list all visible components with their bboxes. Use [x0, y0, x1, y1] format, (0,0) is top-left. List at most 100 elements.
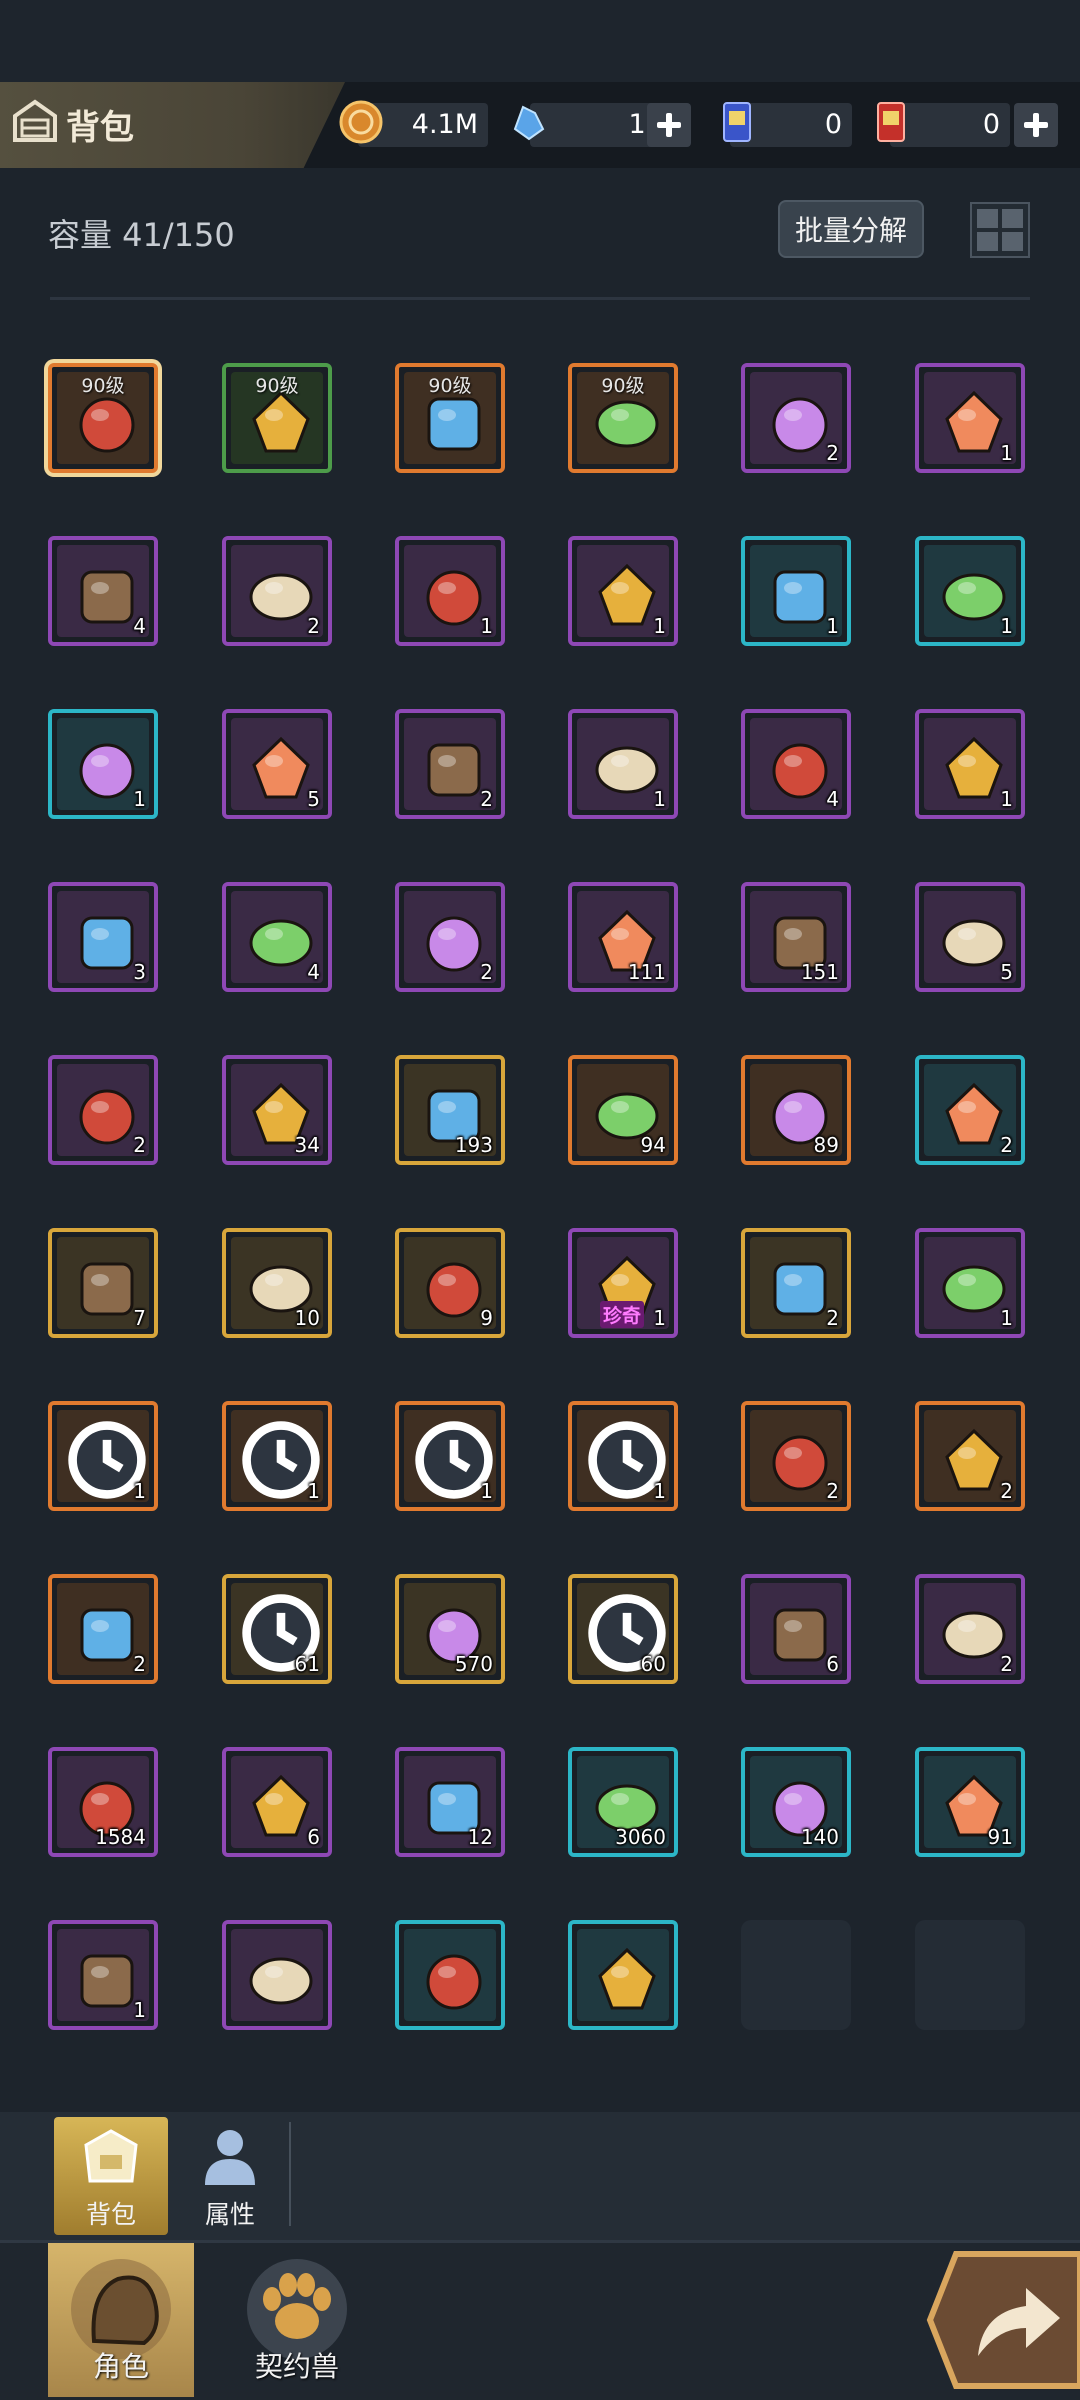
item-count: 6 — [307, 1825, 320, 1849]
inventory-slot[interactable]: 2 — [395, 882, 505, 992]
item-count: 9 — [480, 1306, 493, 1330]
inventory-slot[interactable]: 2 — [48, 1574, 158, 1684]
item-count: 4 — [826, 787, 839, 811]
inventory-slot[interactable]: 1 — [222, 1401, 332, 1511]
inventory-slot[interactable]: 193 — [395, 1055, 505, 1165]
item-level: 90级 — [255, 375, 299, 397]
item-count: 10 — [294, 1306, 320, 1330]
item-count: 89 — [813, 1133, 839, 1157]
inventory-slot[interactable]: 1 — [741, 536, 851, 646]
item-count: 7 — [133, 1306, 146, 1330]
inventory-slot[interactable]: 5 — [915, 882, 1025, 992]
inventory-slot[interactable]: 90级 — [222, 363, 332, 473]
batch-decompose-button[interactable]: 批量分解 — [778, 200, 924, 258]
inventory-slot[interactable]: 1 — [915, 536, 1025, 646]
tab-attributes[interactable]: 属性 — [173, 2117, 287, 2235]
inventory-slot[interactable]: 4 — [741, 709, 851, 819]
item-count: 1 — [653, 1306, 666, 1330]
inventory-slot[interactable]: 3 — [48, 882, 158, 992]
inventory-slot[interactable] — [222, 1920, 332, 2030]
inventory-slot[interactable]: 140 — [741, 1747, 851, 1857]
tab-backpack[interactable]: 背包 — [54, 2117, 168, 2235]
status-bar — [0, 0, 1080, 82]
blue-crystal-icon — [513, 105, 545, 141]
inventory-slot[interactable]: 94 — [568, 1055, 678, 1165]
inventory-slot[interactable]: 2 — [48, 1055, 158, 1165]
item-count: 1 — [133, 787, 146, 811]
inventory-slot[interactable]: 2 — [915, 1055, 1025, 1165]
inventory-slot[interactable]: 7 — [48, 1228, 158, 1338]
inventory-slot[interactable]: 1 — [568, 536, 678, 646]
item-count: 1 — [826, 614, 839, 638]
inventory-slot[interactable]: 61 — [222, 1574, 332, 1684]
inventory-slot[interactable]: 91 — [915, 1747, 1025, 1857]
item-count: 60 — [640, 1652, 666, 1676]
inventory-slot[interactable]: 1 — [395, 536, 505, 646]
item-count: 1 — [653, 1479, 666, 1503]
nav-character[interactable]: 角色 — [48, 2243, 194, 2397]
inventory-slot[interactable]: 3060 — [568, 1747, 678, 1857]
currency-red-ticket-value: 0 — [982, 109, 1000, 140]
inventory-slot[interactable]: 89 — [741, 1055, 851, 1165]
grid-view-icon[interactable] — [970, 202, 1030, 258]
inventory-slot[interactable]: 1 — [915, 1228, 1025, 1338]
item-count: 193 — [454, 1133, 493, 1157]
inventory-slot[interactable]: 1 — [48, 709, 158, 819]
item-count: 2 — [826, 1306, 839, 1330]
inventory-slot[interactable]: 2 — [741, 363, 851, 473]
inventory-slot[interactable]: 2 — [741, 1228, 851, 1338]
inventory-slot[interactable]: 1584 — [48, 1747, 158, 1857]
item-count: 111 — [627, 960, 666, 984]
gold-coin-icon — [339, 100, 383, 144]
inventory-slot[interactable]: 2 — [395, 709, 505, 819]
add-red-ticket-button[interactable] — [1014, 103, 1058, 147]
inventory-slot[interactable]: 90级 — [395, 363, 505, 473]
inventory-slot[interactable]: 4 — [222, 882, 332, 992]
item-count: 2 — [826, 1479, 839, 1503]
item-count: 570 — [454, 1652, 493, 1676]
inventory-slot[interactable]: 1 — [48, 1920, 158, 2030]
inventory-slot[interactable]: 10 — [222, 1228, 332, 1338]
inventory-slot[interactable]: 6 — [222, 1747, 332, 1857]
nav-contract-beast-label: 契约兽 — [254, 2350, 339, 2383]
item-count: 1 — [480, 614, 493, 638]
inventory-slot[interactable]: 2 — [915, 1401, 1025, 1511]
inventory-slot[interactable]: 9 — [395, 1228, 505, 1338]
inventory-slot[interactable]: 珍奇 1 — [568, 1228, 678, 1338]
inventory-slot[interactable]: 34 — [222, 1055, 332, 1165]
inventory-slot[interactable]: 12 — [395, 1747, 505, 1857]
inventory-slot[interactable]: 4 — [48, 536, 158, 646]
inventory-slot[interactable]: 2 — [222, 536, 332, 646]
inventory-slot[interactable]: 60 — [568, 1574, 678, 1684]
inventory-slot[interactable]: 2 — [741, 1401, 851, 1511]
inventory-slot — [915, 1920, 1025, 2030]
inventory-slot[interactable]: 5 — [222, 709, 332, 819]
inventory-slot[interactable]: 111 — [568, 882, 678, 992]
inventory-slot[interactable]: 2 — [915, 1574, 1025, 1684]
inventory-slot[interactable]: 1 — [48, 1401, 158, 1511]
divider — [50, 297, 1030, 300]
item-count: 1 — [1000, 787, 1013, 811]
inventory-slot[interactable]: 1 — [915, 363, 1025, 473]
inventory-slot[interactable]: 151 — [741, 882, 851, 992]
inventory-slot[interactable] — [568, 1920, 678, 2030]
go-arrow-button[interactable] — [926, 2250, 1080, 2390]
inventory-slot[interactable]: 90级 — [48, 363, 158, 473]
red-ticket-icon — [877, 102, 905, 142]
inventory-slot[interactable]: 1 — [568, 1401, 678, 1511]
inventory-slot[interactable]: 570 — [395, 1574, 505, 1684]
inventory-slot[interactable] — [395, 1920, 505, 2030]
inventory-slot[interactable]: 6 — [741, 1574, 851, 1684]
nav-contract-beast[interactable]: 契约兽 — [224, 2243, 370, 2397]
item-count: 1 — [133, 1479, 146, 1503]
item-count: 2 — [480, 960, 493, 984]
inventory-slot[interactable]: 1 — [915, 709, 1025, 819]
purple-clover-badge-icon — [249, 1957, 313, 2005]
inventory-slot[interactable]: 1 — [568, 709, 678, 819]
capacity-label: 容量 41/150 — [48, 216, 235, 254]
inventory-slot[interactable]: 1 — [395, 1401, 505, 1511]
inventory-slot[interactable]: 90级 — [568, 363, 678, 473]
item-count: 5 — [307, 787, 320, 811]
item-count: 1 — [1000, 1306, 1013, 1330]
add-crystal-button[interactable] — [647, 103, 691, 147]
